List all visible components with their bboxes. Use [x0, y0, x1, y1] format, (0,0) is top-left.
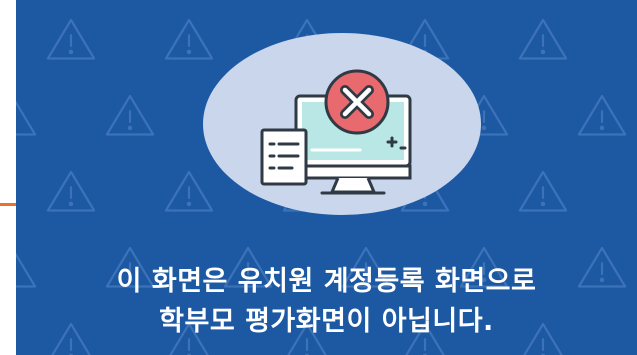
error-screen: 이 화면은 유치원 계정등록 화면으로 학부모 평가화면이 아닙니다. [0, 0, 637, 355]
notice-panel: 이 화면은 유치원 계정등록 화면으로 학부모 평가화면이 아닙니다. [16, 0, 637, 355]
document-list-icon [260, 128, 308, 186]
notice-line-2: 학부모 평가화면이 아닙니다. [159, 306, 494, 337]
notice-line-1: 이 화면은 유치원 계정등록 화면으로 [116, 266, 537, 297]
close-x-icon [324, 69, 390, 135]
notice-message: 이 화면은 유치원 계정등록 화면으로 학부모 평가화면이 아닙니다. [16, 262, 637, 342]
accent-divider [0, 203, 16, 206]
monitor-error-icon [203, 33, 481, 215]
